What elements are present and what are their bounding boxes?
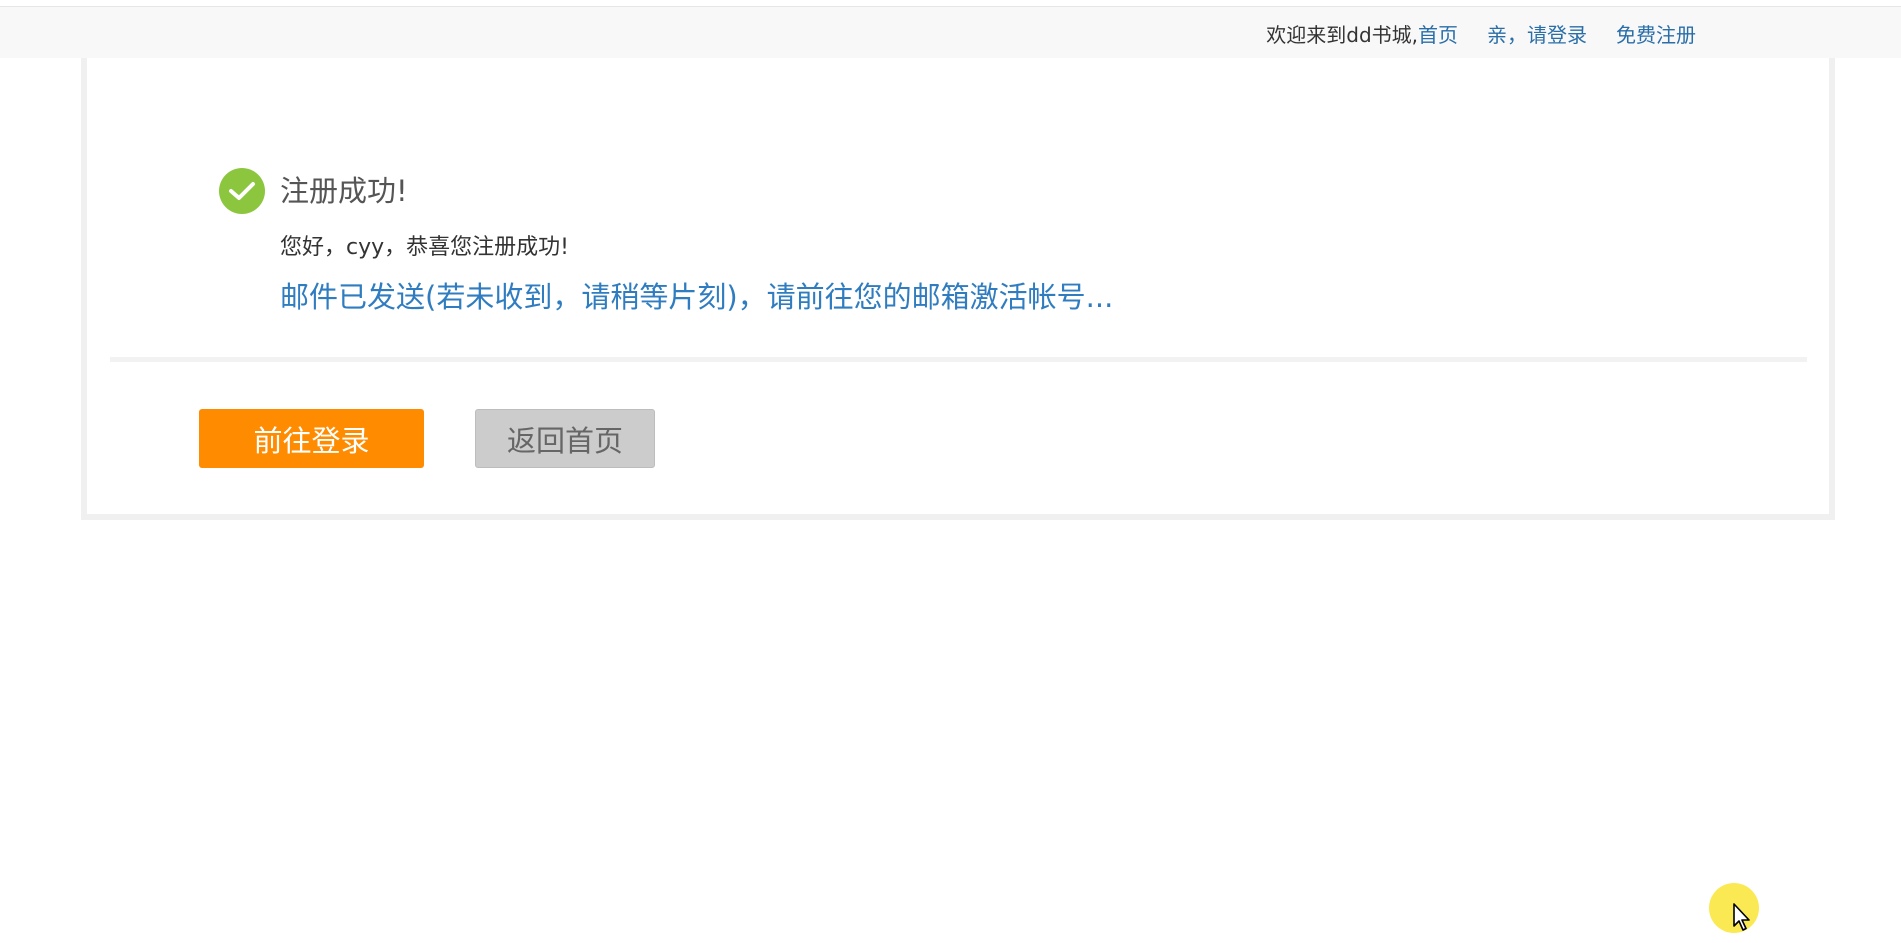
greeting-text: 您好，cyy，恭喜您注册成功! <box>280 235 569 260</box>
check-circle-icon <box>219 168 265 214</box>
mouse-cursor-icon <box>1733 903 1753 935</box>
welcome-text: 欢迎来到dd书城, <box>1266 22 1418 47</box>
back-home-button[interactable]: 返回首页 <box>475 409 655 468</box>
success-title: 注册成功! <box>280 174 408 208</box>
login-link[interactable]: 亲，请登录 <box>1487 19 1587 48</box>
register-link[interactable]: 免费注册 <box>1616 19 1696 48</box>
home-link[interactable]: 首页 <box>1418 19 1458 48</box>
top-bar: 欢迎来到dd书城, 首页 亲，请登录 免费注册 <box>0 6 1901 58</box>
top-nav: 欢迎来到dd书城, 首页 亲，请登录 免费注册 <box>1266 7 1696 59</box>
registration-result-panel: 注册成功! 您好，cyy，恭喜您注册成功! 邮件已发送(若未收到，请稍等片刻)，… <box>81 58 1835 520</box>
mail-notice: 邮件已发送(若未收到，请稍等片刻)，请前往您的邮箱激活帐号... <box>280 280 1114 314</box>
divider <box>110 357 1807 362</box>
go-login-button[interactable]: 前往登录 <box>199 409 424 468</box>
